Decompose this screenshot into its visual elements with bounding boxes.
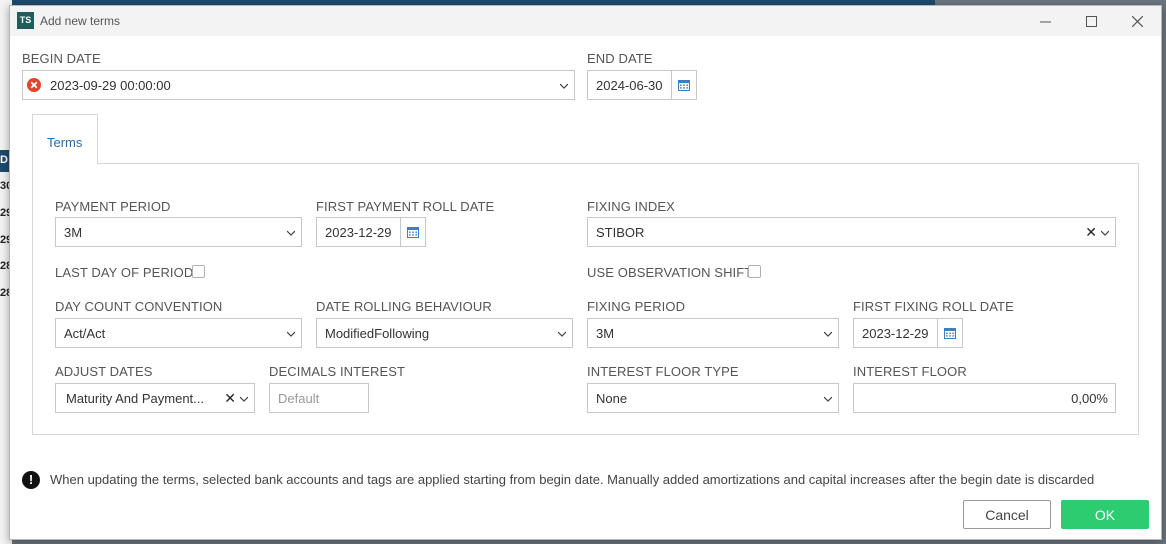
chevron-down-icon: [240, 396, 248, 402]
dialog-title: Add new terms: [40, 14, 121, 28]
adjust-dates-label: ADJUST DATES: [55, 364, 153, 379]
first-fixing-roll-date-label: FIRST FIXING ROLL DATE: [853, 299, 1014, 314]
maximize-icon: [1085, 15, 1097, 27]
end-date-value: 2024-06-30: [596, 77, 663, 93]
chevron-down-icon: [287, 331, 295, 337]
clear-icon[interactable]: ✕: [1085, 224, 1097, 241]
title-bar: TS Add new terms: [10, 6, 1161, 36]
date-rolling-behaviour-label: DATE ROLLING BEHAVIOUR: [316, 299, 492, 314]
end-date-input[interactable]: 2024-06-30: [587, 70, 672, 100]
exclamation-icon: !: [22, 471, 40, 489]
fixing-index-select[interactable]: STIBOR ✕: [587, 217, 1116, 247]
date-rolling-behaviour-select[interactable]: ModifiedFollowing: [316, 318, 573, 348]
begin-date-label: BEGIN DATE: [22, 51, 101, 66]
cancel-button[interactable]: Cancel: [963, 500, 1051, 529]
tab-terms[interactable]: Terms: [32, 114, 98, 164]
interest-floor-type-label: INTEREST FLOOR TYPE: [587, 364, 739, 379]
decimals-interest-label: DECIMALS INTEREST: [269, 364, 406, 379]
calendar-icon: [944, 328, 956, 339]
fixing-index-value: STIBOR: [596, 224, 645, 240]
clear-icon[interactable]: ✕: [224, 390, 236, 407]
chevron-down-icon: [558, 331, 566, 337]
date-rolling-behaviour-value: ModifiedFollowing: [325, 325, 430, 341]
adjust-dates-value: Maturity And Payment...: [66, 390, 205, 406]
calendar-icon: [678, 80, 690, 91]
first-fixing-roll-date-input[interactable]: 2023-12-29: [853, 318, 938, 348]
interest-floor-type-value: None: [596, 390, 628, 406]
payment-period-label: PAYMENT PERIOD: [55, 199, 171, 214]
first-fixing-roll-date-calendar-button[interactable]: [937, 318, 963, 348]
end-date-calendar-button[interactable]: [671, 70, 697, 100]
chevron-down-icon: [824, 396, 832, 402]
first-fixing-roll-date-value: 2023-12-29: [862, 325, 929, 341]
error-icon: [27, 78, 41, 92]
use-observation-shift-label: USE OBSERVATION SHIFT: [587, 265, 753, 280]
notice-text: When updating the terms, selected bank a…: [50, 472, 1095, 487]
fixing-index-label: FIXING INDEX: [587, 199, 675, 214]
payment-period-value: 3M: [64, 224, 83, 240]
calendar-icon: [407, 227, 419, 238]
last-day-of-period-checkbox[interactable]: [192, 265, 205, 278]
add-terms-dialog: TS Add new terms BEGIN DATE 2023-09-29 0…: [9, 5, 1162, 540]
fixing-period-label: FIXING PERIOD: [587, 299, 686, 314]
interest-floor-label: INTEREST FLOOR: [853, 364, 967, 379]
chevron-down-icon: [560, 83, 568, 89]
fixing-period-value: 3M: [596, 325, 615, 341]
first-payment-roll-date-calendar-button[interactable]: [400, 217, 426, 247]
day-count-convention-label: DAY COUNT CONVENTION: [55, 299, 223, 314]
minimize-button[interactable]: [1022, 6, 1068, 36]
decimals-interest-placeholder: Default: [278, 390, 320, 406]
close-button[interactable]: [1114, 6, 1160, 36]
adjust-dates-select[interactable]: Maturity And Payment... ✕: [55, 383, 255, 413]
begin-date-value: 2023-09-29 00:00:00: [50, 77, 171, 93]
end-date-label: END DATE: [587, 51, 653, 66]
first-payment-roll-date-input[interactable]: 2023-12-29: [316, 217, 401, 247]
decimals-interest-input[interactable]: Default: [269, 383, 369, 413]
interest-floor-type-select[interactable]: None: [587, 383, 839, 413]
minimize-icon: [1039, 21, 1051, 22]
use-observation-shift-checkbox[interactable]: [748, 265, 761, 278]
interest-floor-value: 0,00%: [1071, 390, 1108, 406]
begin-date-select[interactable]: 2023-09-29 00:00:00: [22, 70, 575, 100]
fixing-period-select[interactable]: 3M: [587, 318, 839, 348]
ok-button[interactable]: OK: [1061, 500, 1149, 529]
chevron-down-icon: [824, 331, 832, 337]
first-payment-roll-date-value: 2023-12-29: [325, 224, 392, 240]
last-day-of-period-label: LAST DAY OF PERIOD: [55, 265, 194, 280]
first-payment-roll-date-label: FIRST PAYMENT ROLL DATE: [316, 199, 495, 214]
close-icon: [1131, 15, 1143, 27]
app-logo-icon: TS: [17, 12, 34, 29]
day-count-convention-value: Act/Act: [64, 325, 106, 341]
chevron-down-icon: [1101, 230, 1109, 236]
background-cell: D: [0, 154, 8, 166]
payment-period-select[interactable]: 3M: [55, 217, 302, 247]
day-count-convention-select[interactable]: Act/Act: [55, 318, 302, 348]
chevron-down-icon: [287, 230, 295, 236]
maximize-button[interactable]: [1068, 6, 1114, 36]
interest-floor-input[interactable]: 0,00%: [853, 383, 1116, 413]
tab-terms-label: Terms: [47, 135, 83, 150]
